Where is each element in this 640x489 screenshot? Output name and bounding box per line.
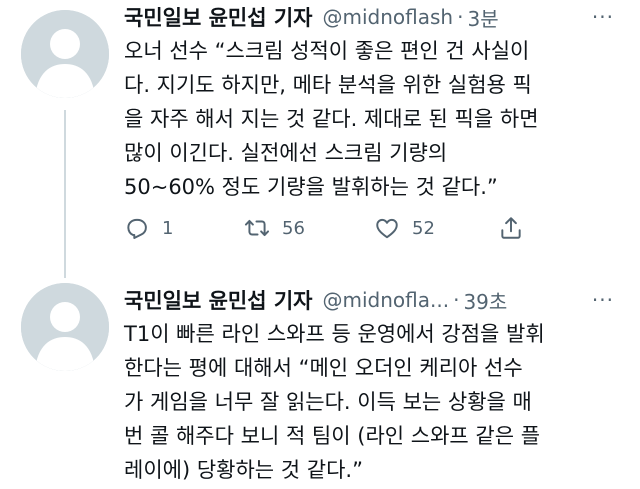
like-count: 52 — [412, 217, 435, 239]
retweet-button[interactable]: 56 — [244, 215, 305, 241]
reply-count: 1 — [162, 217, 174, 239]
tweet[interactable]: 국민일보 윤민섭 기자 @midnoflash · 3분 ··· 오너 선수 “… — [0, 0, 640, 275]
author-handle[interactable]: @midnoflash — [323, 5, 454, 29]
timestamp[interactable]: 3분 — [467, 3, 498, 32]
avatar[interactable] — [21, 10, 109, 98]
more-options-button[interactable]: ··· — [590, 5, 616, 29]
tweet-text: T1이 빠른 라인 스와프 등 운영에서 강점을 발휘 한다는 평에 대해서 “… — [124, 322, 545, 482]
default-avatar-icon — [21, 10, 109, 98]
share-icon — [501, 217, 521, 239]
tweet-actions: 1 56 52 — [124, 215, 534, 247]
separator-dot: · — [457, 5, 464, 29]
author-name[interactable]: 국민일보 윤민섭 기자 — [124, 2, 313, 32]
default-avatar-icon — [21, 283, 109, 371]
retweet-icon — [244, 219, 270, 237]
timestamp[interactable]: 39초 — [463, 286, 507, 315]
like-button[interactable]: 52 — [374, 215, 435, 241]
more-options-button[interactable]: ··· — [590, 288, 616, 312]
reply-button[interactable]: 1 — [124, 215, 173, 241]
tweet[interactable]: 국민일보 윤민섭 기자 @midnofla... · 39초 ··· T1이 빠… — [0, 275, 640, 489]
author-name[interactable]: 국민일보 윤민섭 기자 — [124, 285, 313, 315]
reply-icon — [127, 218, 147, 239]
avatar[interactable] — [21, 283, 109, 371]
tweet-header: 국민일보 윤민섭 기자 @midnoflash · 3분 ··· — [124, 2, 616, 32]
tweet-header: 국민일보 윤민섭 기자 @midnofla... · 39초 ··· — [124, 285, 616, 315]
heart-icon — [376, 218, 398, 239]
separator-dot: · — [453, 288, 460, 312]
tweet-text: 오너 선수 “스크림 성적이 좋은 편인 건 사실이 다. 지기도 하지만, 메… — [124, 39, 539, 199]
retweet-count: 56 — [282, 217, 305, 239]
share-button[interactable] — [498, 215, 524, 241]
author-handle[interactable]: @midnofla... — [323, 288, 450, 312]
